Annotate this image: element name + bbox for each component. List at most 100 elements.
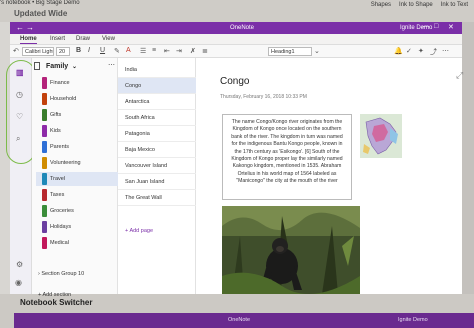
page-item[interactable]: San Juan Island — [118, 174, 196, 190]
page-item[interactable]: Baja Mexico — [118, 142, 196, 158]
section-label: Holidays — [50, 224, 72, 230]
font-size-select[interactable]: 20 — [56, 47, 70, 56]
background-right-strip — [462, 22, 474, 328]
section-household[interactable]: Household — [36, 92, 118, 106]
lightbulb-icon[interactable]: ✦ — [418, 47, 424, 55]
maximize-button[interactable]: □ — [434, 23, 438, 30]
outdent-icon[interactable]: ⇤ — [164, 47, 170, 55]
section-finance[interactable]: Finance — [36, 76, 118, 90]
tab-draw[interactable]: Draw — [76, 36, 90, 42]
bell-icon[interactable]: 🔔 — [394, 47, 403, 55]
search-icon[interactable]: ⌕ — [16, 134, 20, 144]
chevron-down-icon[interactable]: ⌄ — [314, 47, 320, 55]
style-select[interactable]: Heading1 — [268, 47, 312, 56]
section-label: Volunteering — [50, 160, 81, 166]
back-arrow-icon[interactable]: ← — [16, 23, 24, 32]
add-section-button[interactable]: + Add section — [38, 292, 71, 298]
page-date: Thursday, February 16, 2018 10:33 PM — [220, 94, 307, 100]
underline-button[interactable]: U — [100, 47, 105, 54]
tab-insert[interactable]: Insert — [50, 36, 65, 42]
background-toolbar: Shapes Ink to Shape Ink to Text — [260, 0, 474, 10]
section-color-tab — [42, 109, 47, 121]
page-item-active[interactable]: Congo — [118, 78, 196, 94]
font-name-select[interactable]: Calibri Light — [22, 47, 54, 56]
add-page-button[interactable]: + Add page — [125, 228, 153, 234]
highlight-icon[interactable]: ✎ — [114, 47, 120, 55]
page-item[interactable]: The Great Wall — [118, 190, 196, 206]
section-label: Groceries — [50, 208, 74, 214]
section-travel[interactable]: Travel — [36, 172, 118, 186]
bullets-icon[interactable]: ☰ — [140, 47, 146, 55]
page-list-pane: India Congo Antarctica South Africa Pata… — [118, 58, 196, 294]
section-group[interactable]: › Section Group 10 — [38, 271, 84, 277]
section-label: Travel — [50, 176, 66, 182]
section-medical[interactable]: Medical — [36, 236, 118, 250]
title-bar: ← → OneNote Ignite Demo — □ ✕ — [10, 22, 462, 34]
page-title[interactable]: Congo — [220, 76, 249, 87]
italic-button[interactable]: I — [88, 47, 90, 54]
undo-icon[interactable]: ↶ — [13, 47, 19, 55]
chevron-right-icon: › — [38, 271, 40, 277]
section-label: Household — [50, 96, 77, 102]
forward-arrow-icon[interactable]: → — [26, 23, 34, 32]
numbering-icon[interactable]: ≡ — [152, 47, 156, 54]
favorites-icon[interactable]: ♡ — [16, 112, 23, 121]
expand-icon: ⤢ — [456, 70, 464, 80]
add-section-label: Add section — [42, 292, 72, 298]
chevron-down-icon[interactable]: ⌄ — [72, 63, 77, 70]
congo-map-image[interactable] — [360, 114, 402, 158]
align-icon[interactable]: ≣ — [202, 47, 208, 55]
notebooks-icon[interactable]: ▥ — [16, 68, 24, 77]
section-group-label: Section Group 10 — [41, 271, 85, 277]
page-item[interactable]: South Africa — [118, 110, 196, 126]
window-title: OneNote — [230, 24, 255, 31]
tag-icon[interactable]: ✓ — [406, 47, 412, 55]
tab-home[interactable]: Home — [20, 36, 37, 44]
clear-format-icon[interactable]: ✗ — [190, 47, 196, 55]
ribbon-toolbar: ↶ Calibri Light 20 B I U ✎ A ☰ ≡ ⇤ ⇥ ✗ ≣… — [10, 45, 462, 58]
plus-icon: + — [125, 228, 129, 234]
page-canvas[interactable]: Congo Thursday, February 16, 2018 10:33 … — [196, 58, 462, 294]
ribbon-tabs: Home Insert Draw View — [10, 34, 462, 45]
settings-icon[interactable]: ⚙ — [16, 260, 23, 269]
page-item[interactable]: Vancouver Island — [118, 158, 196, 174]
plus-icon: + — [38, 292, 42, 298]
onenote-window: ← → OneNote Ignite Demo — □ ✕ Home Inser… — [6, 22, 462, 298]
indent-icon[interactable]: ⇥ — [176, 47, 182, 55]
bold-button[interactable]: B — [76, 47, 81, 54]
section-color-tab — [42, 93, 47, 105]
section-label: Kids — [50, 128, 61, 134]
section-volunteering[interactable]: Volunteering — [36, 156, 118, 170]
section-label: Taxes — [50, 192, 65, 198]
recent-icon[interactable]: ◷ — [16, 90, 23, 99]
section-parents[interactable]: Parents — [36, 140, 118, 154]
section-label: Medical — [50, 240, 69, 246]
more-options-icon[interactable]: ⋯ — [108, 61, 115, 69]
minimize-button[interactable]: — — [422, 23, 429, 30]
section-kids[interactable]: Kids — [36, 124, 118, 138]
add-page-label: Add page — [129, 228, 154, 234]
section-taxes[interactable]: Taxes — [36, 188, 118, 202]
page-item[interactable]: Patagonia — [118, 126, 196, 142]
section-color-tab — [42, 141, 47, 153]
share-icon[interactable]: ⤴ — [430, 47, 437, 57]
navigation-rail: ▥ ◷ ♡ ⌕ ⚙ ◉ — [6, 58, 36, 294]
close-button[interactable]: ✕ — [448, 23, 454, 31]
note-text[interactable]: The name Congo/Kongo river originates fr… — [229, 119, 345, 186]
section-groceries[interactable]: Groceries — [36, 204, 118, 218]
section-gifts[interactable]: Gifts — [36, 108, 118, 122]
page-item[interactable]: Antarctica — [118, 94, 196, 110]
background-subtitle: Updated Wide — [14, 9, 68, 18]
section-label: Gifts — [50, 112, 62, 118]
note-container[interactable]: The name Congo/Kongo river originates fr… — [222, 114, 352, 200]
tab-view[interactable]: View — [102, 36, 115, 42]
page-item[interactable]: India — [118, 62, 196, 78]
profile-icon[interactable]: ◉ — [15, 278, 22, 287]
notebook-name[interactable]: Family — [46, 63, 68, 70]
font-color-icon[interactable]: A — [126, 47, 131, 54]
more-options-icon[interactable]: ⋯ — [442, 47, 449, 55]
section-color-tab — [42, 157, 47, 169]
section-holidays[interactable]: Holidays — [36, 220, 118, 234]
gorilla-photo[interactable] — [222, 206, 360, 294]
background-titlebar-user: Ignite Demo — [398, 317, 428, 323]
